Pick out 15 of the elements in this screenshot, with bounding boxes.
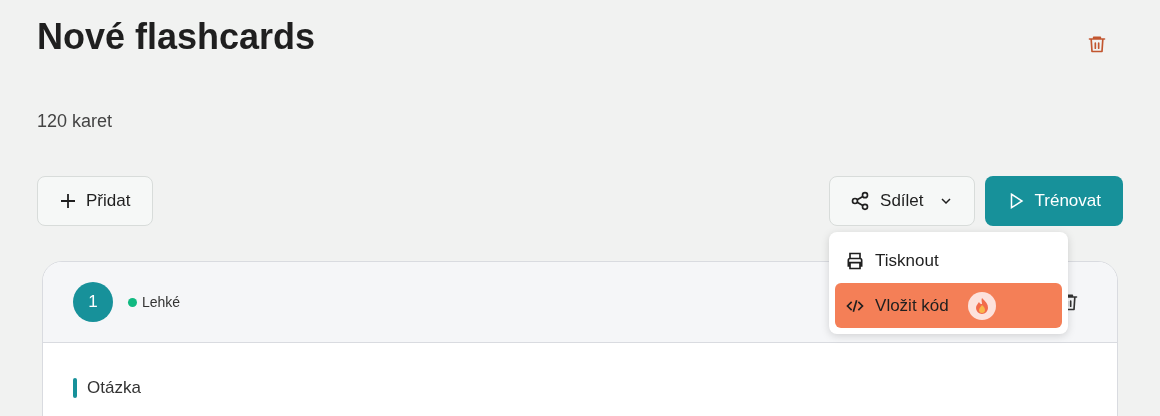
card-count: 120 karet [37, 110, 114, 133]
printer-icon [845, 250, 866, 271]
page-title: Nové flashcards [37, 15, 316, 59]
menu-item-label: Vložit kód [875, 294, 949, 317]
train-button[interactable]: Trénovat [984, 176, 1123, 226]
share-icon [850, 191, 871, 211]
menu-item-label: Tisknout [875, 249, 939, 272]
plus-icon [60, 193, 76, 209]
card-number: 1 [73, 282, 113, 322]
add-button[interactable]: Přidat [37, 176, 154, 226]
question-label: Otázka [87, 377, 141, 399]
accent-bar [73, 377, 77, 398]
share-button[interactable]: Sdílet [829, 176, 975, 226]
menu-item[interactable]: Vložit kód [835, 283, 1063, 328]
difficulty-label: Lehké [142, 292, 181, 312]
